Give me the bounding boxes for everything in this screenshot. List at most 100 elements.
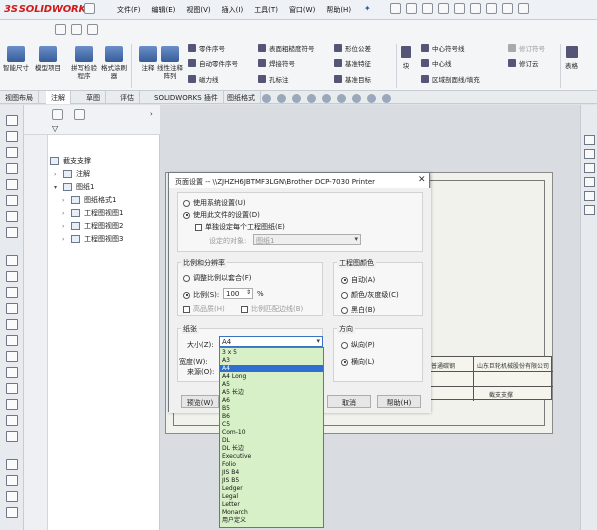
black-white-radio[interactable]: 黑白(B) [341, 305, 375, 315]
paper-option[interactable]: Ledger [222, 485, 243, 492]
tree-item-view1[interactable]: › 工程图视图1 [62, 208, 123, 218]
tool-icon-21[interactable] [6, 459, 18, 470]
filter-icon[interactable]: ▽ [52, 124, 58, 133]
tool-icon-4[interactable] [6, 163, 18, 174]
model-items-button[interactable]: 模型项目 [34, 46, 62, 72]
landscape-radio[interactable]: 横向(L) [341, 357, 374, 367]
close-icon[interactable]: ✕ [418, 175, 426, 185]
menu-tools[interactable]: 工具(T) [254, 5, 278, 15]
paper-option[interactable]: Folio [222, 461, 236, 468]
menu-view[interactable]: 视图(V) [186, 5, 210, 15]
menu-window[interactable]: 窗口(W) [289, 5, 315, 15]
tool-icon-6[interactable] [6, 195, 18, 206]
cancel-button[interactable]: 取消 [327, 395, 371, 408]
feature-manager-tab-icon[interactable] [52, 109, 63, 120]
tool-icon-8[interactable] [6, 227, 18, 238]
expand-arrow-icon[interactable]: › [62, 223, 68, 230]
paper-option[interactable]: JIS B5 [222, 477, 239, 484]
select-icon[interactable] [55, 24, 66, 35]
tool-icon-20[interactable] [6, 431, 18, 442]
datum-feature-button[interactable]: 基准特征 [334, 58, 371, 68]
appearance-icon[interactable] [367, 94, 376, 103]
tool-icon-15[interactable] [6, 351, 18, 362]
hole-callout-button[interactable]: 孔标注 [258, 74, 289, 84]
help-icon[interactable] [486, 3, 497, 14]
tool-icon-12[interactable] [6, 303, 18, 314]
format-painter-button[interactable]: 格式涂刷器 [100, 46, 128, 80]
user-icon[interactable] [470, 3, 481, 14]
tree-collapse-arrow-icon[interactable]: › [150, 110, 153, 118]
paper-option-selected[interactable]: A4 [220, 365, 323, 372]
tool-icon-5[interactable] [6, 179, 18, 190]
portrait-radio[interactable]: 纵向(P) [341, 340, 375, 350]
help-button[interactable]: 帮助(H) [377, 395, 421, 408]
tool-icon-9[interactable] [6, 255, 18, 266]
solidworks-logo[interactable]: 3SSOLIDWORKS [4, 4, 93, 15]
print-icon[interactable] [454, 3, 465, 14]
smart-dimension-button[interactable]: 智能尺寸 [2, 46, 30, 72]
setting-target-select[interactable]: 图纸1 ▾ [253, 234, 361, 245]
view-palette-icon[interactable] [584, 177, 595, 187]
save-icon[interactable] [438, 3, 449, 14]
toggle-icon[interactable] [84, 3, 95, 14]
block-button[interactable]: 块 [401, 46, 411, 70]
scene-icon[interactable] [382, 94, 391, 103]
pin-icon[interactable]: ✦ [364, 4, 371, 13]
tree-item-sheet[interactable]: ▾ 图纸1 [54, 182, 94, 192]
tab-evaluate[interactable]: 评估 [115, 91, 140, 104]
paper-option[interactable]: DL 长边 [222, 445, 244, 452]
scale-percent-input[interactable]: 100 ⇕ [223, 288, 253, 299]
paper-option[interactable]: Executive [222, 453, 251, 460]
paper-option[interactable]: Letter [222, 501, 240, 508]
previous-view-icon[interactable] [292, 94, 301, 103]
tool-icon-13[interactable] [6, 319, 18, 330]
paper-option[interactable]: DL [222, 437, 230, 444]
hide-show-icon[interactable] [352, 94, 361, 103]
paper-option[interactable]: Legal [222, 493, 238, 500]
color-grayscale-radio[interactable]: 颜色/灰度级(C) [341, 290, 399, 300]
tool-icon-16[interactable] [6, 367, 18, 378]
paper-option[interactable]: A3 [222, 357, 230, 364]
rotate-icon[interactable] [307, 94, 316, 103]
home-icon[interactable] [390, 3, 401, 14]
tree-item-sheet-format[interactable]: › 图纸格式1 [62, 195, 116, 205]
tool-icon-7[interactable] [6, 211, 18, 222]
tool-icon-24[interactable] [6, 507, 18, 518]
surface-finish-button[interactable]: 表面粗糙度符号 [258, 43, 315, 53]
paper-option[interactable]: JIS B4 [222, 469, 239, 476]
tree-item-view2[interactable]: › 工程图视图2 [62, 221, 123, 231]
paper-option[interactable]: A5 [222, 381, 230, 388]
expand-arrow-icon[interactable]: › [62, 197, 68, 204]
magnetic-line-button[interactable]: 磁力线 [188, 74, 219, 84]
preview-button[interactable]: 预览(W) [181, 395, 219, 408]
use-system-settings-radio[interactable]: 使用系统设置(U) [183, 198, 246, 208]
custom-properties-icon[interactable] [584, 205, 595, 215]
scale-line-weights-checkbox[interactable]: 比例匹配边线(B) [241, 304, 303, 314]
paper-option[interactable]: Com-10 [222, 429, 246, 436]
auto-color-radio[interactable]: 自动(A) [341, 275, 375, 285]
tool-icon-2[interactable] [6, 131, 18, 142]
area-hatch-button[interactable]: 区域剖面线/填充 [421, 74, 480, 84]
display-style-icon[interactable] [337, 94, 346, 103]
tool-icon-23[interactable] [6, 491, 18, 502]
tool-icon-19[interactable] [6, 415, 18, 426]
tree-root[interactable]: 截支支撑 [50, 156, 91, 166]
tab-annotation[interactable]: 注解 [46, 91, 71, 104]
tree-item-view3[interactable]: › 工程图视图3 [62, 234, 123, 244]
tool-icon-22[interactable] [6, 475, 18, 486]
paper-option[interactable]: A4 Long [222, 373, 246, 380]
table-button[interactable]: 表格 [565, 46, 578, 70]
tool-icon-11[interactable] [6, 287, 18, 298]
paper-option[interactable]: 用户定义 [222, 517, 246, 524]
undo-icon[interactable] [71, 24, 82, 35]
use-document-settings-radio[interactable]: 使用此文件的设置(D) [183, 210, 260, 220]
tab-view-layout[interactable]: 视图布局 [0, 91, 39, 104]
tool-icon-3[interactable] [6, 147, 18, 158]
tree-item-annotations[interactable]: › 注解 [54, 169, 90, 179]
zoom-fit-icon[interactable] [262, 94, 271, 103]
spell-check-button[interactable]: 拼写检验程序 [70, 46, 98, 80]
scale-radio[interactable]: 比例(S): [183, 290, 219, 300]
menu-edit[interactable]: 编辑(E) [152, 5, 176, 15]
tab-addins[interactable]: SOLIDWORKS 插件 [149, 91, 224, 104]
linear-note-pattern-button[interactable]: 线性注释阵列 [156, 46, 184, 80]
